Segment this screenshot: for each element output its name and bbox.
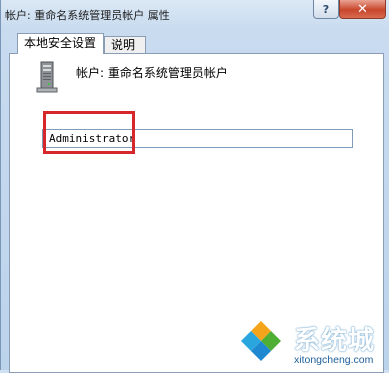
window-title: 帐户: 重命名系统管理员帐户 属性 <box>5 9 170 22</box>
logo-diamond-icon <box>241 321 281 361</box>
policy-name-label: 帐户: 重命名系统管理员帐户 <box>76 66 228 80</box>
watermark-url: xitongcheng.com <box>294 354 374 366</box>
tab-local-security-setting[interactable]: 本地安全设置 <box>17 33 104 54</box>
watermark-logo: 系统城 xitongcheng.com <box>234 318 389 370</box>
watermark-name: 系统城 <box>294 326 376 356</box>
close-icon: ✕ <box>357 1 368 17</box>
tab-explain[interactable]: 说明 <box>104 36 146 53</box>
help-button[interactable]: ? <box>313 0 339 19</box>
title-bar[interactable]: 帐户: 重命名系统管理员帐户 属性 ? ✕ <box>1 0 389 26</box>
properties-dialog: 帐户: 重命名系统管理员帐户 属性 ? ✕ 本地安全设置 说明 帐户: 重命名系… <box>0 0 389 373</box>
help-icon: ? <box>322 2 330 16</box>
server-policy-icon <box>36 61 58 93</box>
close-button[interactable]: ✕ <box>339 0 386 19</box>
account-name-input[interactable] <box>42 129 353 148</box>
